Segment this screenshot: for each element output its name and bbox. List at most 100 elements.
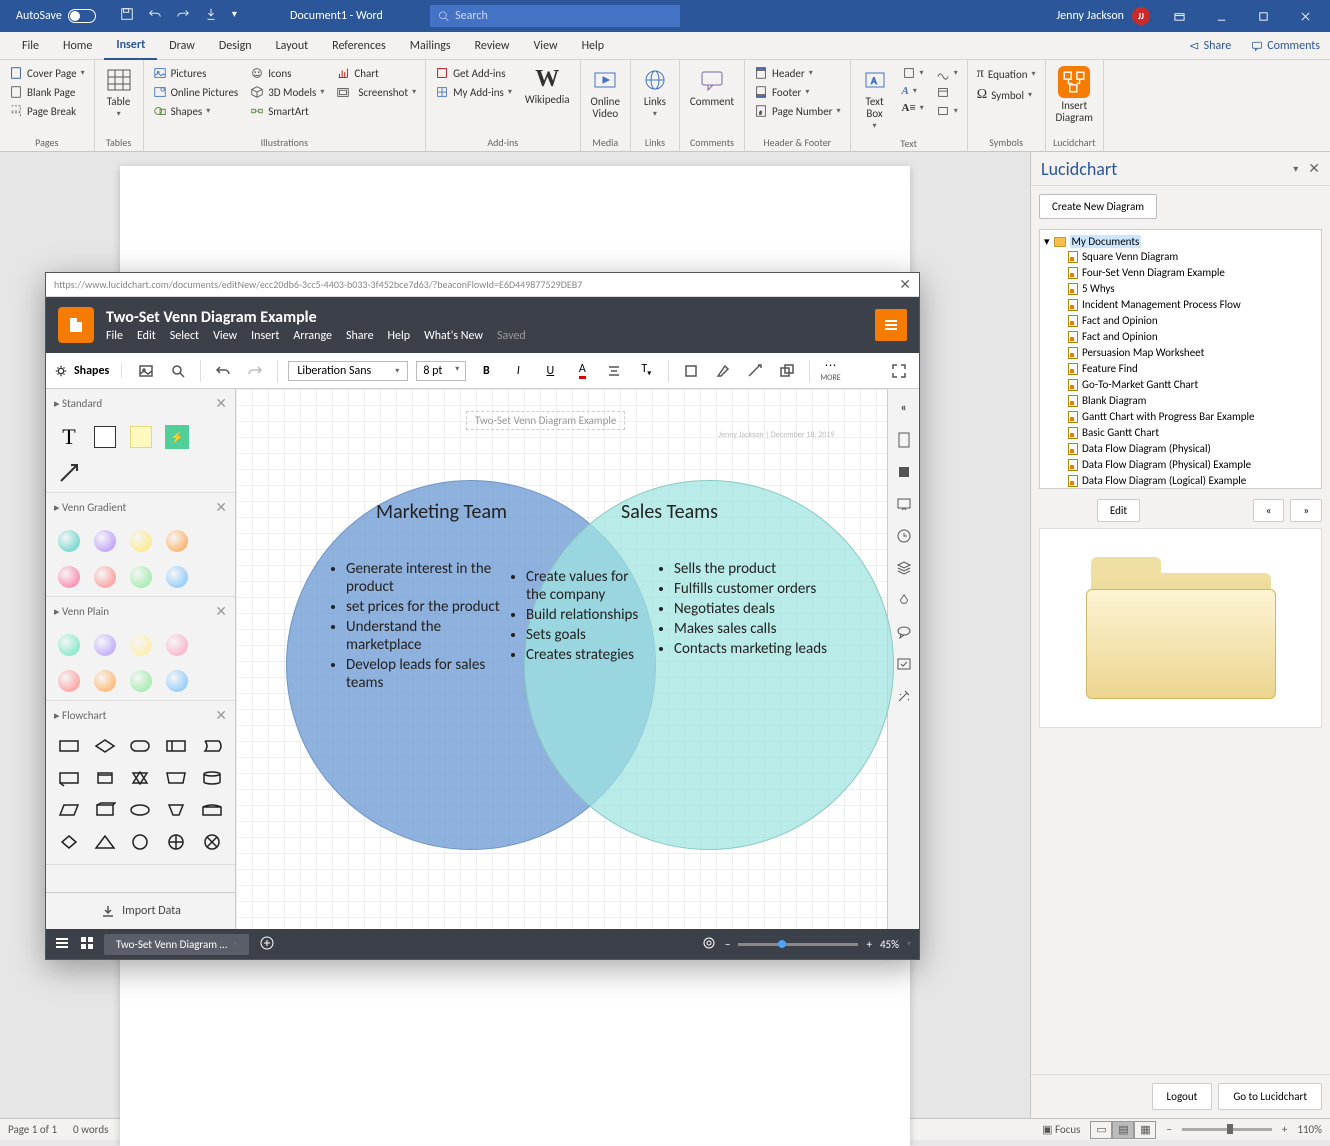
flowchart-shape[interactable] <box>56 765 82 791</box>
venn-color-shape[interactable] <box>56 668 82 694</box>
tree-item[interactable]: Persuasion Map Worksheet <box>1042 345 1319 361</box>
venn-color-shape[interactable] <box>128 564 154 590</box>
venn-color-shape[interactable] <box>56 528 82 554</box>
tree-item[interactable]: Incident Management Process Flow <box>1042 297 1319 313</box>
zoom-out-icon[interactable]: − <box>725 938 730 951</box>
tab-design[interactable]: Design <box>207 32 264 60</box>
tree-item[interactable]: Go-To-Market Gantt Chart <box>1042 377 1319 393</box>
tab-draw[interactable]: Draw <box>157 32 207 60</box>
flowchart-shape[interactable] <box>92 829 118 855</box>
collapse-icon[interactable]: « <box>895 399 913 417</box>
paint-icon[interactable] <box>895 591 913 609</box>
links-button[interactable]: Links▾ <box>635 64 675 121</box>
flowchart-shape[interactable] <box>56 733 82 759</box>
left-label[interactable]: Marketing Team <box>376 500 507 524</box>
zoom-out-icon[interactable]: − <box>1166 1123 1171 1136</box>
venn-title[interactable]: Two-Set Venn Diagram Example <box>466 411 625 430</box>
present-icon[interactable] <box>895 495 913 513</box>
autosave-toggle[interactable]: AutoSave <box>0 9 106 23</box>
web-layout-icon[interactable]: ▦ <box>1134 1121 1156 1139</box>
zoom-slider[interactable] <box>1182 1128 1272 1131</box>
list-view-icon[interactable] <box>54 936 70 953</box>
tree-item[interactable]: Data Flow Diagram (Physical) Example <box>1042 457 1319 473</box>
wordart-icon[interactable]: A▾ <box>897 83 929 99</box>
venn-color-shape[interactable] <box>164 564 190 590</box>
italic-icon[interactable]: I <box>506 359 530 383</box>
focus-mode[interactable]: ▣ Focus <box>1042 1123 1080 1136</box>
fullscreen-icon[interactable] <box>887 359 911 383</box>
tree-item[interactable]: Four-Set Venn Diagram Example <box>1042 265 1319 281</box>
flowchart-shape[interactable] <box>92 797 118 823</box>
symbol-button[interactable]: ΩSymbol▾ <box>972 85 1041 105</box>
page-indicator[interactable]: Page 1 of 1 <box>8 1123 57 1136</box>
menu-whatsnew[interactable]: What's New <box>424 329 483 343</box>
view-buttons[interactable]: ▭ ▤ ▦ <box>1090 1121 1156 1139</box>
tree-item[interactable]: Square Venn Diagram <box>1042 249 1319 265</box>
search-input[interactable] <box>455 9 672 23</box>
tree-item[interactable]: Feature Find <box>1042 361 1319 377</box>
flowchart-shape[interactable] <box>199 765 225 791</box>
user-name[interactable]: Jenny Jackson <box>1056 9 1124 23</box>
tree-item[interactable]: Basic Gantt Chart <box>1042 425 1319 441</box>
image-icon[interactable] <box>134 359 158 383</box>
drop-cap-icon[interactable]: A≡▾ <box>897 100 929 116</box>
maximize-icon[interactable] <box>1242 0 1284 32</box>
shape-options-icon[interactable] <box>775 359 799 383</box>
tree-item[interactable]: 5 Whys <box>1042 281 1319 297</box>
flowchart-shape[interactable] <box>163 733 189 759</box>
rect-shape[interactable] <box>92 424 118 450</box>
tree-item[interactable]: Gantt Chart with Progress Bar Example <box>1042 409 1319 425</box>
equation-button[interactable]: πEquation▾ <box>972 64 1041 84</box>
flowchart-shape[interactable] <box>163 797 189 823</box>
venn-color-shape[interactable] <box>92 528 118 554</box>
touch-mode-icon[interactable] <box>204 7 218 25</box>
history-icon[interactable] <box>895 527 913 545</box>
edit-button[interactable]: Edit <box>1097 499 1140 522</box>
date-time-icon[interactable] <box>931 83 963 101</box>
online-pictures-button[interactable]: Online Pictures <box>148 83 244 101</box>
tab-insert[interactable]: Insert <box>104 32 157 60</box>
tab-file[interactable]: File <box>10 32 51 60</box>
pictures-button[interactable]: Pictures <box>148 64 244 82</box>
zoom-value[interactable]: 45% <box>880 938 899 951</box>
menu-help[interactable]: Help <box>388 329 411 343</box>
venn-color-shape[interactable] <box>92 564 118 590</box>
right-list[interactable]: Sells the productFulfills customer order… <box>656 560 856 660</box>
tab-view[interactable]: View <box>522 32 570 60</box>
go-to-lucidchart-button[interactable]: Go to Lucidchart <box>1218 1083 1322 1110</box>
tree-item[interactable]: Fact and Opinion <box>1042 313 1319 329</box>
next-page-button[interactable]: » <box>1290 499 1322 522</box>
icons-button[interactable]: Icons <box>245 64 329 82</box>
grid-view-icon[interactable] <box>80 936 94 953</box>
section-close-icon[interactable]: ✕ <box>215 499 227 516</box>
venn-color-shape[interactable] <box>128 528 154 554</box>
arrow-shape[interactable] <box>56 460 82 486</box>
print-layout-icon[interactable]: ▤ <box>1112 1121 1134 1139</box>
line-style-icon[interactable] <box>743 359 767 383</box>
word-count[interactable]: 0 words <box>73 1123 108 1136</box>
venn-color-shape[interactable] <box>164 668 190 694</box>
quick-parts-icon[interactable]: ▾ <box>897 64 929 82</box>
zoom-level[interactable]: 110% <box>1297 1123 1322 1136</box>
align-icon[interactable] <box>602 359 626 383</box>
object-icon[interactable]: ▾ <box>931 102 963 120</box>
insert-diagram-button[interactable]: Insert Diagram <box>1050 64 1099 126</box>
page-tab[interactable]: Two-Set Venn Diagram …▾ <box>104 934 249 955</box>
ribbon-display-icon[interactable] <box>1158 0 1200 32</box>
menu-select[interactable]: Select <box>170 329 199 343</box>
blank-page-button[interactable]: Blank Page <box>4 83 90 101</box>
section-close-icon[interactable]: ✕ <box>215 707 227 724</box>
flowchart-shape[interactable] <box>128 829 154 855</box>
tree-root[interactable]: ▾My Documents <box>1042 234 1319 249</box>
customize-qat-icon[interactable]: ▾ <box>232 7 237 25</box>
chart-button[interactable]: Chart <box>331 64 421 82</box>
zoom-in-icon[interactable]: + <box>1282 1123 1287 1136</box>
hamburger-icon[interactable] <box>875 309 907 341</box>
redo-icon[interactable] <box>243 359 267 383</box>
flowchart-shape[interactable] <box>163 829 189 855</box>
flowchart-shape[interactable] <box>56 797 82 823</box>
zoom-in-icon[interactable]: + <box>866 938 871 951</box>
undo-icon[interactable] <box>211 359 235 383</box>
minimize-icon[interactable] <box>1200 0 1242 32</box>
comments-button[interactable]: Comments <box>1241 39 1330 53</box>
